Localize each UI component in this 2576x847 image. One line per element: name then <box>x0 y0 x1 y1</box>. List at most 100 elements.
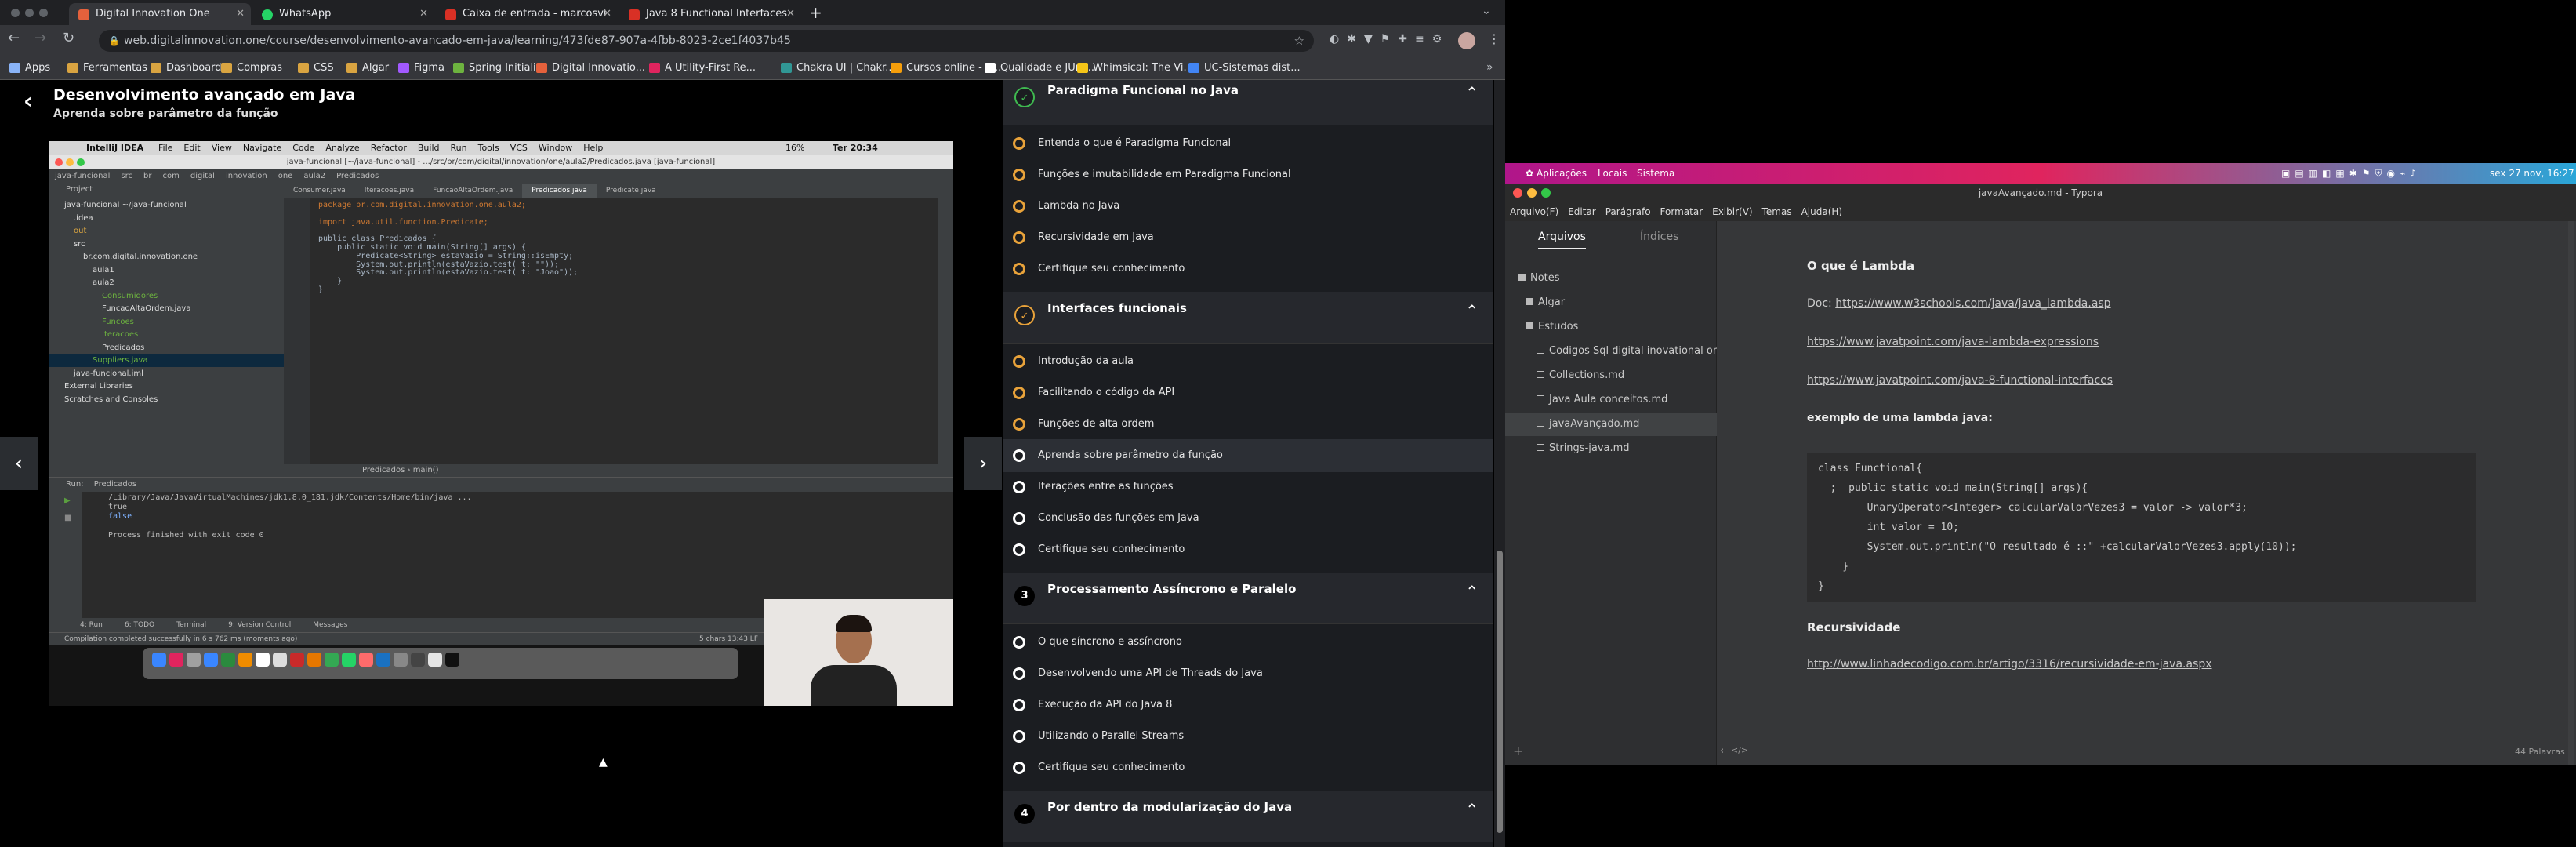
ide-tree-node[interactable]: FuncaoAltaOrdem.java <box>49 303 284 315</box>
bookmark-item[interactable]: CSS <box>298 56 334 80</box>
typora-menu-item[interactable]: Ajuda(H) <box>1801 206 1843 217</box>
lesson-item[interactable]: Entendendo o que é a modularização por m… <box>1003 844 1493 847</box>
dock-app-icon[interactable] <box>256 653 270 667</box>
folder-item[interactable]: Algar <box>1505 291 1717 314</box>
bookmark-item[interactable]: Digital Innovatio... <box>536 56 645 80</box>
ide-breadcrumb[interactable]: java-funcional <box>55 172 110 180</box>
ide-editor-tab[interactable]: Predicados.java <box>522 184 597 198</box>
tab-java8-functional[interactable]: Java 8 Functional Interfaces ✕ <box>619 3 801 25</box>
ide-editor-tab[interactable]: Predicate.java <box>597 184 666 198</box>
ide-menu-item[interactable]: Tools <box>478 143 499 153</box>
lesson-item[interactable]: Introdução da aula <box>1003 345 1493 378</box>
dock-app-icon[interactable] <box>376 653 390 667</box>
editor-scrollbar[interactable] <box>2568 221 2574 765</box>
ide-menu-item[interactable]: File <box>158 143 172 153</box>
ide-menu-item[interactable]: VCS <box>510 143 528 153</box>
link-javatpoint-lambda[interactable]: https://www.javatpoint.com/java-lambda-e… <box>1807 336 2099 348</box>
ide-tree-node[interactable]: Suppliers.java <box>49 354 284 367</box>
menu-logo-icon[interactable]: ✿ <box>1526 163 1533 184</box>
bookmark-item[interactable]: Spring Initializr <box>453 56 546 80</box>
lesson-item[interactable]: Utilizando o Parallel Streams <box>1003 720 1493 753</box>
ide-breadcrumb[interactable]: src <box>121 172 132 180</box>
ide-bottom-tab[interactable]: 9: Version Control <box>228 621 291 629</box>
module-section-header[interactable]: 3 Processamento Assíncrono e Paralelo ⌃ <box>1003 573 1493 624</box>
bookmark-item[interactable]: Algar <box>346 56 389 80</box>
dock-app-icon[interactable] <box>152 653 166 667</box>
lesson-item[interactable]: Entenda o que é Paradigma Funcional <box>1003 127 1493 160</box>
ide-tree-node[interactable]: Iteracoes <box>49 329 284 341</box>
chevron-up-icon[interactable]: ⌃ <box>1465 83 1478 102</box>
ide-tree-node[interactable]: java-funcional.iml <box>49 368 284 380</box>
ide-menu-item[interactable]: Navigate <box>243 143 281 153</box>
ide-breadcrumb[interactable]: innovation <box>226 172 267 180</box>
ide-menu-item[interactable]: Code <box>292 143 314 153</box>
ide-menu-item[interactable]: Edit <box>183 143 200 153</box>
bookmark-item[interactable]: Whimsical: The Vi... <box>1077 56 1193 80</box>
typora-menu-item[interactable]: Parágrafo <box>1605 206 1651 217</box>
bookmark-item[interactable]: Apps <box>9 56 50 80</box>
dock-app-icon[interactable] <box>445 653 459 667</box>
video-player[interactable]: IntelliJ IDEA File Edit View Navigate Code An… <box>49 141 953 706</box>
add-file-icon[interactable]: + <box>1513 743 1523 758</box>
chevron-up-icon[interactable]: ⌃ <box>1465 582 1478 601</box>
chevron-up-icon[interactable]: ⌃ <box>1465 301 1478 320</box>
ide-tree-node[interactable]: .idea <box>49 213 284 225</box>
back-icon[interactable]: ‹ <box>1720 745 1724 757</box>
close-tab-icon[interactable]: ✕ <box>236 3 245 25</box>
tab-files[interactable]: Arquivos <box>1538 231 1586 249</box>
bookmark-item[interactable]: Figma <box>398 56 444 80</box>
ide-tree-node[interactable]: src <box>49 238 284 251</box>
bookmark-item[interactable]: Dashboard <box>151 56 222 80</box>
crumb-class[interactable]: Predicados <box>362 466 405 474</box>
ide-tree-node[interactable]: Scratches and Consoles <box>49 394 284 406</box>
dock-app-icon[interactable] <box>221 653 235 667</box>
dock-app-icon[interactable] <box>273 653 287 667</box>
ide-tree-node[interactable]: out <box>49 225 284 238</box>
module-section-header[interactable]: 4 Por dentro da modularização do Java ⌃ <box>1003 791 1493 842</box>
lesson-item[interactable]: Iterações entre as funções <box>1003 471 1493 503</box>
ide-tree-node[interactable]: Predicados <box>49 342 284 354</box>
lesson-item[interactable]: O que síncrono e assíncrono <box>1003 626 1493 659</box>
lesson-item[interactable]: Recursividade em Java <box>1003 221 1493 254</box>
ide-tree-node[interactable]: aula2 <box>49 277 284 289</box>
typora-menu-item[interactable]: Arquivo(F) <box>1510 206 1558 217</box>
dock-app-icon[interactable] <box>307 653 321 667</box>
ide-menu-item[interactable]: Window <box>539 143 572 153</box>
tab-digital-innovation-one[interactable]: Digital Innovation One ✕ <box>69 3 251 25</box>
link-w3schools[interactable]: https://www.w3schools.com/java/java_lamb… <box>1835 297 2110 310</box>
ide-breadcrumb[interactable]: com <box>162 172 179 180</box>
window-controls[interactable] <box>11 9 50 18</box>
new-tab-button[interactable]: + <box>809 3 822 22</box>
previous-lesson-button[interactable]: ‹ <box>0 437 38 490</box>
ide-breadcrumb[interactable]: digital <box>190 172 215 180</box>
ide-breadcrumb[interactable]: one <box>278 172 293 180</box>
close-tab-icon[interactable]: ✕ <box>419 3 428 25</box>
ide-menu-item[interactable]: Refactor <box>371 143 407 153</box>
url-bar[interactable]: 🔒 web.digitalinnovation.one/course/desen… <box>99 30 1314 52</box>
lesson-item[interactable]: Execução da API do Java 8 <box>1003 689 1493 722</box>
typora-menu-item[interactable]: Exibir(V) <box>1712 206 1752 217</box>
typora-editor[interactable]: O que é Lambda Doc: https://www.w3school… <box>1717 221 2576 765</box>
panel-applications[interactable]: Aplicações <box>1537 163 1587 184</box>
chrome-menu-icon[interactable]: ⋮ <box>1488 31 1500 46</box>
file-item[interactable]: Collections.md <box>1505 364 1717 387</box>
ide-tree-node[interactable]: br.com.digital.innovation.one <box>49 251 284 264</box>
lesson-item[interactable]: Aprenda sobre parâmetro da função <box>1003 439 1493 472</box>
crumb-method[interactable]: main() <box>413 466 439 474</box>
typora-menu-item[interactable]: Formatar <box>1660 206 1703 217</box>
chevron-up-icon[interactable]: ⌃ <box>1465 800 1478 819</box>
ide-breadcrumb[interactable]: br <box>143 172 151 180</box>
lesson-item[interactable]: Funções e imutabilidade em Paradigma Fun… <box>1003 158 1493 191</box>
back-icon[interactable]: ← <box>8 30 20 46</box>
lesson-item[interactable]: Certifique seu conhecimento <box>1003 533 1493 566</box>
dock-app-icon[interactable] <box>238 653 252 667</box>
run-stop-icon[interactable]: ■ <box>64 514 71 522</box>
ide-editor-tab[interactable]: FuncaoAltaOrdem.java <box>423 184 522 198</box>
profile-avatar[interactable] <box>1458 32 1475 49</box>
dock-app-icon[interactable] <box>342 653 356 667</box>
ide-editor-tab[interactable]: Iteracoes.java <box>355 184 423 198</box>
ide-bottom-tab[interactable]: 6: TODO <box>125 621 154 629</box>
link-recursividade[interactable]: http://www.linhadecodigo.com.br/artigo/3… <box>1807 658 2212 671</box>
ide-bottom-tab[interactable]: Messages <box>313 621 347 629</box>
run-tab[interactable]: Predicados <box>94 480 136 489</box>
